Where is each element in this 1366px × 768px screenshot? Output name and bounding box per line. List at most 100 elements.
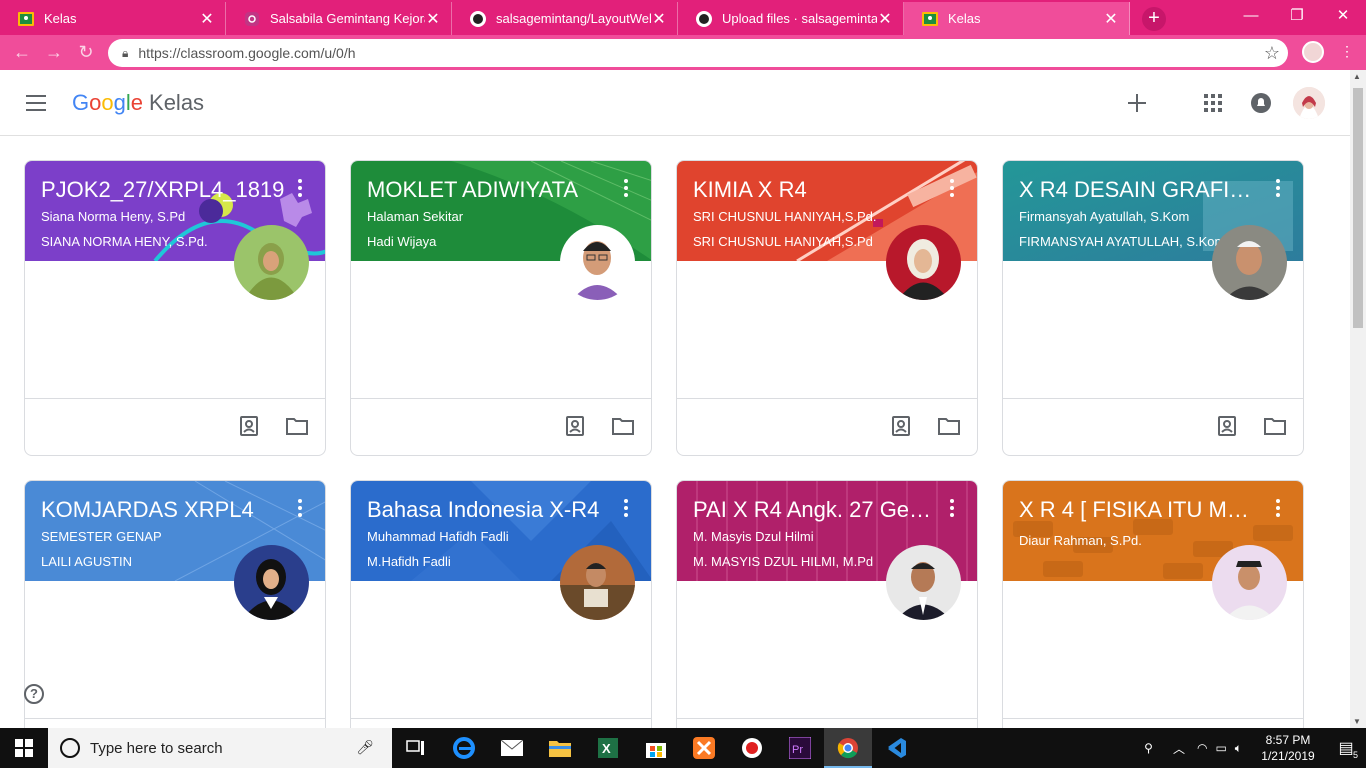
- browser-menu-icon[interactable]: ⋮: [1340, 43, 1354, 60]
- class-title[interactable]: Bahasa Indonesia X-R4: [367, 497, 612, 523]
- reload-icon[interactable]: ↻: [70, 37, 102, 69]
- class-card[interactable]: PJOK2_27/XRPL4_1819 Siana Norma Heny, S.…: [24, 160, 326, 456]
- more-options-icon[interactable]: [949, 499, 955, 517]
- class-title[interactable]: KOMJARDAS XRPL4: [41, 497, 286, 523]
- windows-start-icon[interactable]: [0, 728, 48, 768]
- show-hidden-icons-chevron-icon[interactable]: ︿: [1173, 740, 1185, 757]
- folder-icon[interactable]: [1263, 415, 1287, 437]
- class-card[interactable]: X R4 DESAIN GRAFIS -... Firmansyah Ayatu…: [1002, 160, 1304, 456]
- folder-icon[interactable]: [611, 415, 635, 437]
- tab-title: Salsabila Gemintang Kejora (@: [270, 11, 425, 26]
- system-clock[interactable]: 8:57 PM 1/21/2019: [1250, 732, 1326, 764]
- class-section: Firmansyah Ayatullah, S.Kom: [1019, 209, 1190, 224]
- task-view-icon[interactable]: [392, 728, 440, 768]
- main-menu-icon[interactable]: [26, 95, 46, 111]
- people-icon[interactable]: ⚲: [1144, 741, 1153, 755]
- screen-recorder-icon[interactable]: [728, 728, 776, 768]
- class-cards-grid: PJOK2_27/XRPL4_1819 Siana Norma Heny, S.…: [0, 136, 1350, 728]
- class-section: M. Masyis Dzul Hilmi: [693, 529, 814, 544]
- class-title[interactable]: X R 4 [ FISIKA ITU MUD...: [1019, 497, 1264, 523]
- volume-icon[interactable]: 🔈︎: [1235, 741, 1242, 756]
- back-icon[interactable]: ←: [6, 37, 38, 69]
- microphone-icon[interactable]: 🎤︎: [356, 739, 374, 756]
- wifi-icon[interactable]: ◠: [1197, 741, 1207, 755]
- battery-icon[interactable]: ▭: [1215, 741, 1226, 755]
- more-options-icon[interactable]: [297, 179, 303, 197]
- add-class-icon[interactable]: [1124, 90, 1150, 116]
- close-window-icon[interactable]: ✕: [1320, 0, 1366, 30]
- more-options-icon[interactable]: [623, 499, 629, 517]
- xampp-icon[interactable]: [680, 728, 728, 768]
- more-options-icon[interactable]: [949, 179, 955, 197]
- more-options-icon[interactable]: [623, 179, 629, 197]
- browser-tab-active[interactable]: Kelas ✕: [904, 2, 1130, 35]
- user-avatar[interactable]: [1293, 87, 1325, 119]
- scroll-up-icon[interactable]: ▲: [1353, 72, 1361, 81]
- assignment-portrait-icon[interactable]: [889, 415, 913, 437]
- class-card[interactable]: MOKLET ADIWIYATA Halaman Sekitar Hadi Wi…: [350, 160, 652, 456]
- restore-icon[interactable]: ❐: [1274, 0, 1320, 30]
- card-footer: [677, 398, 977, 455]
- class-title[interactable]: MOKLET ADIWIYATA: [367, 177, 612, 203]
- close-tab-icon[interactable]: ✕: [651, 9, 667, 29]
- notifications-icon[interactable]: [1248, 90, 1274, 116]
- class-card[interactable]: KOMJARDAS XRPL4 SEMESTER GENAP LAILI AGU…: [24, 480, 326, 728]
- scroll-down-icon[interactable]: ▼: [1353, 717, 1361, 726]
- class-card[interactable]: X R 4 [ FISIKA ITU MUD... Diaur Rahman, …: [1002, 480, 1304, 728]
- taskbar-search-box[interactable]: Type here to search 🎤︎: [48, 728, 392, 768]
- apps-grid-icon[interactable]: [1200, 90, 1226, 116]
- help-icon[interactable]: ?: [24, 684, 44, 704]
- class-title[interactable]: PAI X R4 Angk. 27 Gen...: [693, 497, 938, 523]
- close-tab-icon[interactable]: ✕: [199, 9, 215, 29]
- mail-icon[interactable]: [488, 728, 536, 768]
- file-explorer-icon[interactable]: [536, 728, 584, 768]
- close-tab-icon[interactable]: ✕: [1103, 9, 1119, 29]
- close-tab-icon[interactable]: ✕: [877, 9, 893, 29]
- address-bar[interactable]: 🔒︎ https://classroom.google.com/u/0/h ☆: [108, 39, 1288, 67]
- premiere-pro-icon[interactable]: Pr: [776, 728, 824, 768]
- lock-icon: 🔒︎: [122, 45, 129, 60]
- logo-letter: o: [101, 90, 114, 115]
- classroom-icon: [18, 11, 34, 27]
- class-title[interactable]: PJOK2_27/XRPL4_1819: [41, 177, 286, 203]
- class-section: SEMESTER GENAP: [41, 529, 162, 544]
- assignment-portrait-icon[interactable]: [237, 415, 261, 437]
- browser-tab[interactable]: Salsabila Gemintang Kejora (@ ✕: [226, 2, 452, 35]
- assignment-portrait-icon[interactable]: [1215, 415, 1239, 437]
- class-card[interactable]: Bahasa Indonesia X-R4 Muhammad Hafidh Fa…: [350, 480, 652, 728]
- card-footer: [677, 718, 977, 728]
- close-tab-icon[interactable]: ✕: [425, 9, 441, 29]
- minimize-icon[interactable]: —: [1228, 0, 1274, 30]
- bookmark-star-icon[interactable]: ☆: [1264, 43, 1280, 64]
- card-footer: [351, 718, 651, 728]
- browser-tab[interactable]: Upload files · salsagemintang/L ✕: [678, 2, 904, 35]
- browser-tab[interactable]: Kelas ✕: [0, 2, 226, 35]
- more-options-icon[interactable]: [1275, 179, 1281, 197]
- google-classroom-logo[interactable]: Google Kelas: [72, 90, 204, 116]
- folder-icon[interactable]: [937, 415, 961, 437]
- folder-icon[interactable]: [285, 415, 309, 437]
- store-icon[interactable]: [632, 728, 680, 768]
- classroom-header: Google Kelas: [0, 70, 1350, 136]
- action-center-icon[interactable]: ▤ 5: [1326, 738, 1366, 760]
- excel-icon[interactable]: X: [584, 728, 632, 768]
- page-scrollbar[interactable]: ▲ ▼: [1350, 70, 1366, 728]
- more-options-icon[interactable]: [1275, 499, 1281, 517]
- class-card[interactable]: KIMIA X R4 SRI CHUSNUL HANIYAH,S.Pd. SRI…: [676, 160, 978, 456]
- assignment-portrait-icon[interactable]: [563, 415, 587, 437]
- more-options-icon[interactable]: [297, 499, 303, 517]
- edge-browser-icon[interactable]: [440, 728, 488, 768]
- vscode-icon[interactable]: [872, 728, 920, 768]
- forward-icon[interactable]: →: [38, 37, 70, 69]
- class-card[interactable]: PAI X R4 Angk. 27 Gen... M. Masyis Dzul …: [676, 480, 978, 728]
- class-title[interactable]: KIMIA X R4: [693, 177, 938, 203]
- card-footer: [25, 398, 325, 455]
- chrome-icon[interactable]: [824, 728, 872, 768]
- teacher-avatar: [886, 545, 961, 620]
- browser-tab[interactable]: salsagemintang/LayoutWebPro ✕: [452, 2, 678, 35]
- browser-profile-avatar[interactable]: [1302, 41, 1324, 63]
- scrollbar-thumb[interactable]: [1353, 88, 1363, 328]
- tab-title: Upload files · salsagemintang/L: [722, 11, 877, 26]
- new-tab-button[interactable]: +: [1142, 7, 1166, 31]
- class-title[interactable]: X R4 DESAIN GRAFIS -...: [1019, 177, 1264, 203]
